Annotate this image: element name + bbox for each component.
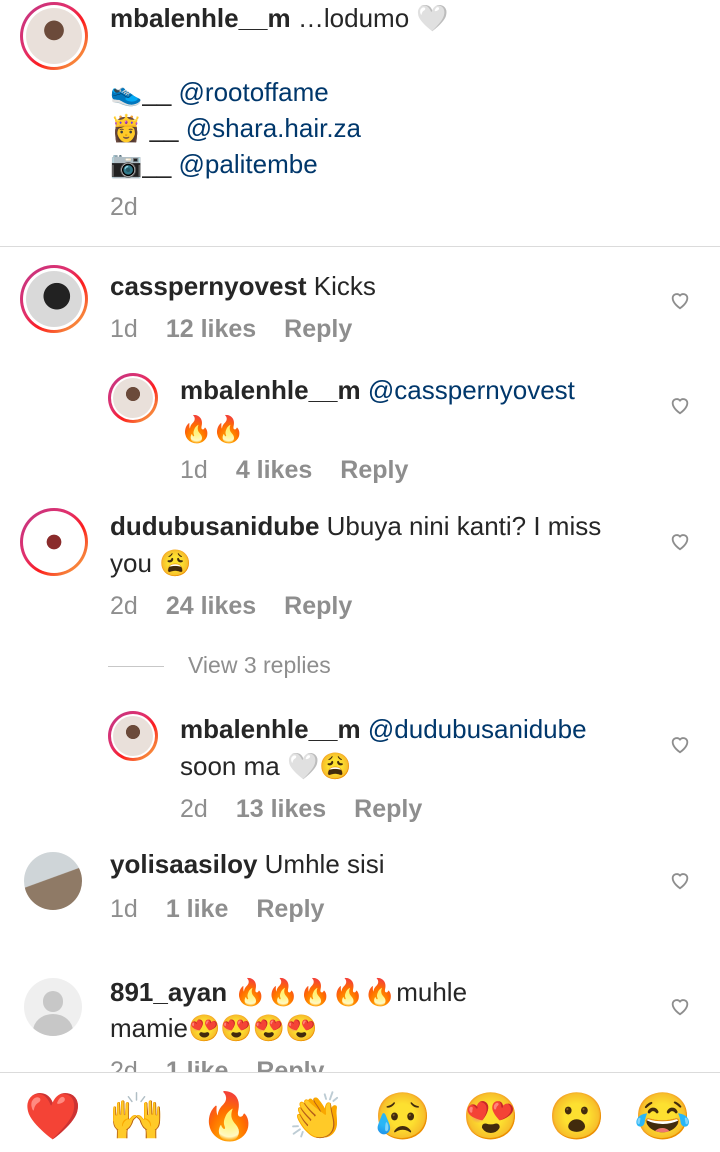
comment-3-reply-button[interactable]: Reply: [256, 895, 324, 923]
avatar-dudubusanidube[interactable]: [20, 508, 88, 576]
reaction-heart-eyes[interactable]: 😍: [462, 1091, 519, 1141]
comment-2-time: 2d: [110, 592, 138, 620]
view-replies-button[interactable]: View 3 replies: [188, 652, 331, 679]
avatar-yolisaasiloy[interactable]: [24, 852, 82, 910]
reaction-fire[interactable]: 🔥: [200, 1091, 257, 1141]
reply-2-text: soon ma 🤍😩: [180, 751, 352, 781]
reaction-heart[interactable]: ❤️: [24, 1091, 81, 1141]
comment-2-likes[interactable]: 24 likes: [166, 592, 256, 620]
comment-3-likes[interactable]: 1 like: [166, 895, 229, 923]
divider: [0, 246, 720, 247]
like-heart-icon[interactable]: [669, 394, 691, 416]
caption-username[interactable]: mbalenhle__m: [110, 3, 291, 33]
comment-4-username[interactable]: 891_ayan: [110, 977, 227, 1007]
reply-1-likes[interactable]: 4 likes: [236, 456, 312, 484]
reaction-surprised[interactable]: 😮: [548, 1091, 605, 1141]
comment-2-meta: 2d 24 likes Reply: [110, 591, 380, 621]
caption-line: mbalenhle__m …lodumo 🤍: [110, 0, 449, 37]
comment-4-body: 891_ayan 🔥🔥🔥🔥🔥muhle: [110, 974, 467, 1011]
reply-1-meta: 1d 4 likes Reply: [180, 455, 436, 485]
comment-3-time: 1d: [110, 895, 138, 923]
reply-1-reply-button[interactable]: Reply: [340, 456, 408, 484]
reply-2-time: 2d: [180, 795, 208, 823]
reply-2-mention[interactable]: @dudubusanidube: [368, 714, 587, 744]
comment-2-username[interactable]: dudubusanidube: [110, 511, 319, 541]
avatar-casspernyovest[interactable]: [20, 265, 88, 333]
reaction-raised-hands[interactable]: 🙌: [108, 1091, 165, 1141]
reply-2-meta: 2d 13 likes Reply: [180, 794, 450, 824]
caption-avatar[interactable]: [20, 2, 88, 70]
caption-time: 2d: [110, 193, 138, 221]
comment-3-body: yolisaasiloy Umhle sisi: [110, 846, 385, 883]
mention-shara-hair[interactable]: @shara.hair.za: [186, 113, 361, 143]
credit-separator: __: [142, 149, 179, 179]
reply-1-time: 1d: [180, 456, 208, 484]
reply-1-username[interactable]: mbalenhle__m: [180, 375, 361, 405]
avatar-mbalenhle-reply-2[interactable]: [108, 711, 158, 761]
shoe-emoji: 👟: [110, 77, 143, 107]
comment-1-body: casspernyovest Kicks: [110, 268, 376, 305]
reply-2-username[interactable]: mbalenhle__m: [180, 714, 361, 744]
reaction-sad[interactable]: 😥: [374, 1091, 431, 1141]
reply-2-reply-button[interactable]: Reply: [354, 795, 422, 823]
comment-1-text: Kicks: [313, 271, 376, 301]
like-heart-icon[interactable]: [669, 530, 691, 552]
avatar-mbalenhle-reply-1[interactable]: [108, 373, 158, 423]
comment-2-reply-button[interactable]: Reply: [284, 592, 352, 620]
comment-2-text: Ubuya nini kanti? I miss: [326, 511, 602, 541]
reply-2-likes[interactable]: 13 likes: [236, 795, 326, 823]
credit-line-2: 👸 __ @shara.hair.za: [110, 110, 361, 147]
comment-4-text-cont: mamie😍😍😍😍: [110, 1013, 318, 1043]
credit-line-3: 📷__ @palitembe: [110, 146, 318, 183]
comment-2-text-cont: you 😩: [110, 548, 192, 578]
comment-3-meta: 1d 1 like Reply: [110, 894, 352, 924]
like-heart-icon[interactable]: [669, 995, 691, 1017]
credit-line-1: 👟__ @rootoffame: [110, 74, 329, 111]
quick-reaction-bar: ❤️ 🙌 🔥 👏 😥 😍 😮 😂: [0, 1072, 720, 1152]
reaction-laughing[interactable]: 😂: [634, 1091, 691, 1141]
comment-2-body: dudubusanidube Ubuya nini kanti? I miss: [110, 508, 601, 545]
like-heart-icon[interactable]: [669, 733, 691, 755]
post-caption: mbalenhle__m …lodumo 🤍 👟__ @rootoffame 👸…: [0, 0, 720, 246]
comment-1-time: 1d: [110, 315, 138, 343]
mention-rootoffame[interactable]: @rootoffame: [179, 77, 329, 107]
like-heart-icon[interactable]: [669, 289, 691, 311]
comment-4-text: 🔥🔥🔥🔥🔥muhle: [234, 977, 468, 1007]
credit-separator: __: [142, 113, 186, 143]
comment-1-likes[interactable]: 12 likes: [166, 315, 256, 343]
comment-1-reply-button[interactable]: Reply: [284, 315, 352, 343]
reply-1-body: mbalenhle__m @casspernyovest: [180, 372, 575, 409]
comment-1-meta: 1d 12 likes Reply: [110, 314, 380, 344]
comment-3-text: Umhle sisi: [264, 849, 385, 879]
reply-1-text: 🔥🔥: [180, 414, 245, 444]
view-replies-line: [108, 666, 164, 667]
reply-1-mention[interactable]: @casspernyovest: [368, 375, 575, 405]
comment-3-username[interactable]: yolisaasiloy: [110, 849, 257, 879]
mention-palitembe[interactable]: @palitembe: [179, 149, 318, 179]
princess-emoji: 👸: [110, 113, 143, 143]
reaction-clap[interactable]: 👏: [288, 1091, 345, 1141]
caption-text: …lodumo 🤍: [297, 3, 449, 33]
avatar-891-ayan[interactable]: [24, 978, 82, 1036]
credit-separator: __: [142, 77, 179, 107]
camera-emoji: 📷: [110, 149, 143, 179]
like-heart-icon[interactable]: [669, 869, 691, 891]
reply-2-body: mbalenhle__m @dudubusanidube: [180, 711, 587, 748]
comment-1-username[interactable]: casspernyovest: [110, 271, 307, 301]
